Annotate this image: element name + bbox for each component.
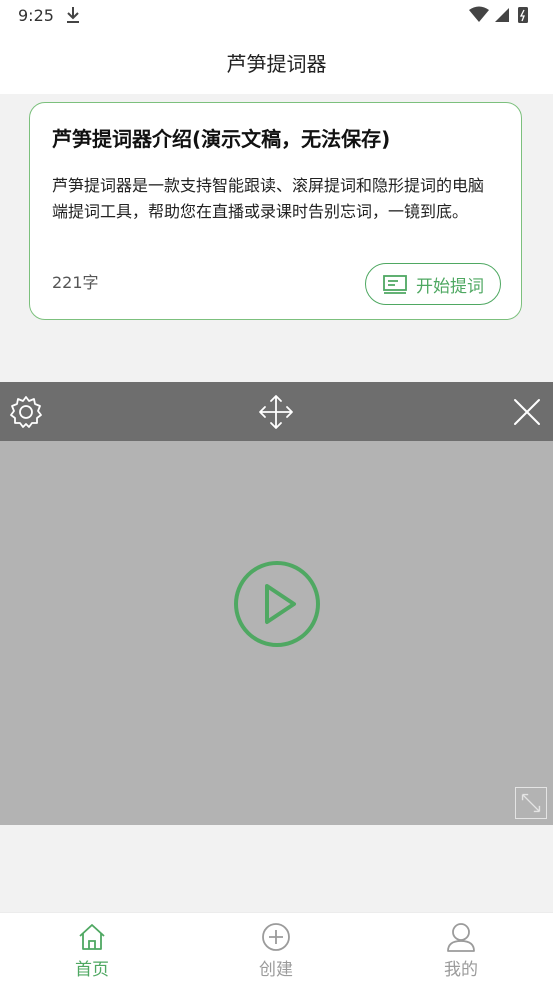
script-title: 芦笋提词器介绍(演示文稿，无法保存)	[52, 127, 391, 151]
status-bar: 9:25	[0, 0, 553, 30]
page-title: 芦笋提词器	[226, 52, 327, 76]
main-content: 芦笋提词器介绍(演示文稿，无法保存) 芦笋提词器是一款支持智能跟读、滚屏提词和隐…	[0, 94, 553, 912]
nav-item-create[interactable]: 创建	[236, 921, 316, 981]
script-card[interactable]: 芦笋提词器介绍(演示文稿，无法保存) 芦笋提词器是一款支持智能跟读、滚屏提词和隐…	[29, 102, 522, 320]
plus-circle-icon	[262, 923, 290, 951]
gear-icon[interactable]	[8, 394, 44, 430]
move-icon[interactable]	[258, 394, 294, 430]
user-icon	[447, 923, 475, 952]
nav-item-home[interactable]: 首页	[52, 921, 132, 981]
home-icon	[79, 924, 105, 950]
wifi-icon	[469, 6, 489, 22]
battery-icon	[518, 7, 528, 23]
status-time: 9:25	[18, 6, 54, 25]
start-prompt-label: 开始提词	[416, 276, 484, 297]
prompter-toolbar	[0, 382, 553, 441]
teleprompter-icon	[383, 275, 407, 294]
close-icon[interactable]	[509, 394, 545, 430]
status-icons	[469, 6, 528, 23]
nav-label-mine: 我的	[444, 960, 478, 980]
prompter-body	[0, 441, 553, 825]
nav-label-create: 创建	[259, 960, 293, 980]
signal-icon	[495, 8, 509, 22]
nav-label-home: 首页	[75, 960, 109, 980]
download-icon	[67, 7, 79, 23]
bottom-nav: 首页 创建 我的	[0, 912, 553, 984]
play-icon[interactable]	[232, 559, 322, 649]
resize-handle-icon[interactable]	[515, 787, 547, 819]
floating-prompter-window[interactable]	[0, 382, 553, 825]
script-description: 芦笋提词器是一款支持智能跟读、滚屏提词和隐形提词的电脑端提词工具，帮助您在直播或…	[52, 176, 485, 221]
start-prompt-button[interactable]: 开始提词	[365, 263, 501, 305]
app-header: 芦笋提词器	[0, 30, 553, 94]
word-count: 221字	[52, 273, 99, 292]
nav-item-mine[interactable]: 我的	[421, 921, 501, 981]
